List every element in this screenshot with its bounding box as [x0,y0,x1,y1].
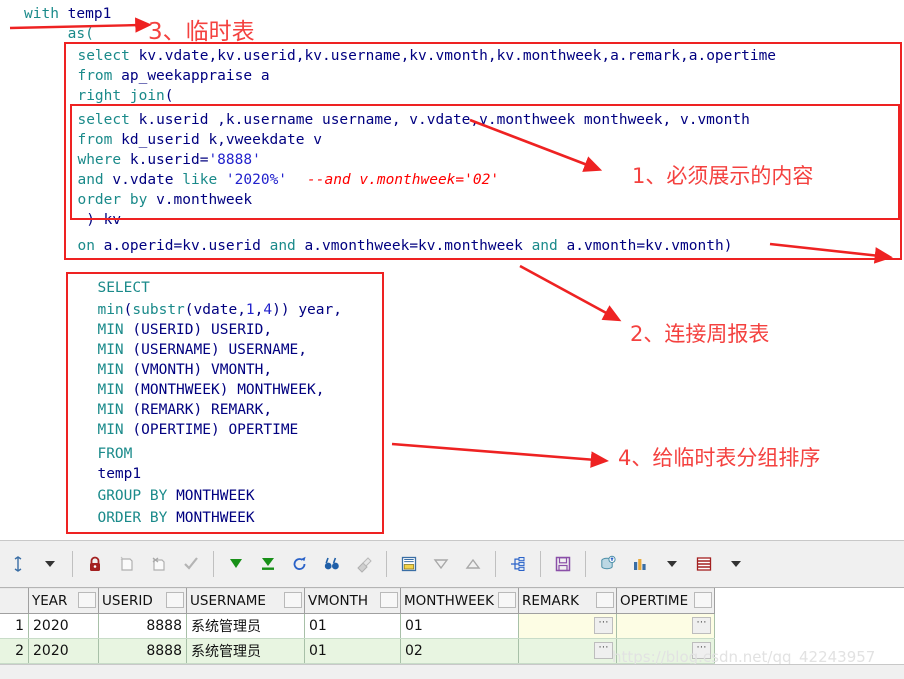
column-resize-grip[interactable] [498,592,516,608]
toolbar-separator-4 [495,551,496,577]
explain-plan-icon[interactable] [503,549,533,579]
grid-corner-cell[interactable] [0,588,29,614]
annotation-label-2: 2、连接周报表 [630,322,770,346]
results-header-row: YEAR USERID USERNAME VMONTH MONTHWEEK RE… [0,588,715,614]
results-toolbar[interactable] [0,540,904,588]
refresh-icon[interactable] [285,549,315,579]
chart-icon[interactable] [625,549,655,579]
screenshot-root: with temp1 as( select kv.vdate,kv.userid… [0,0,904,679]
annotation-label-4: 4、给临时表分组排序 [618,446,821,470]
sql-editor[interactable]: with temp1 as( select kv.vdate,kv.userid… [0,0,904,540]
column-resize-grip[interactable] [284,592,302,608]
column-label-year: YEAR [32,593,68,609]
column-label-username: USERNAME [190,593,266,609]
status-bar [0,664,904,679]
column-resize-grip[interactable] [78,592,96,608]
find-icon[interactable] [317,549,347,579]
cell-opertime[interactable]: ⋯ [616,613,715,639]
post-edit-icon[interactable] [176,549,206,579]
cell-year[interactable]: 2020 [28,638,99,664]
cell-userid[interactable]: 8888 [98,613,187,639]
column-header-username[interactable]: USERNAME [186,588,305,614]
clear-filter-icon[interactable] [349,549,379,579]
cell-remark[interactable]: ⋯ [518,638,617,664]
commit-scope-icon[interactable] [3,549,33,579]
column-label-opertime: OPERTIME [620,593,689,609]
column-label-vmonth: VMONTH [308,593,369,609]
delete-record-icon[interactable] [144,549,174,579]
column-resize-grip[interactable] [166,592,184,608]
cell-userid[interactable]: 8888 [98,638,187,664]
column-label-userid: USERID [102,593,153,609]
sort-desc-icon[interactable] [426,549,456,579]
dropdown-caret-icon[interactable] [35,549,65,579]
column-header-vmonth[interactable]: VMONTH [304,588,401,614]
row-number[interactable]: 1 [0,613,29,639]
toolbar-separator-3 [386,551,387,577]
row-number[interactable]: 2 [0,638,29,664]
new-record-icon[interactable] [112,549,142,579]
lob-editor-button[interactable]: ⋯ [594,617,613,634]
lock-icon[interactable] [80,549,110,579]
cell-username[interactable]: 系统管理员 [186,638,305,664]
toolbar-separator [72,551,73,577]
column-label-remark: REMARK [522,593,580,609]
column-resize-grip[interactable] [694,592,712,608]
export-data-icon[interactable] [593,549,623,579]
column-header-remark[interactable]: REMARK [518,588,617,614]
sort-asc-icon[interactable] [458,549,488,579]
fetch-all-icon[interactable] [253,549,283,579]
cell-year[interactable]: 2020 [28,613,99,639]
table-row[interactable]: 2 2020 8888 系统管理员 01 02 ⋯ ⋯ [0,638,715,664]
cell-vmonth[interactable]: 01 [304,638,401,664]
toolbar-separator-2 [213,551,214,577]
lob-editor-button[interactable]: ⋯ [594,642,613,659]
save-icon[interactable] [548,549,578,579]
table-row[interactable]: 1 2020 8888 系统管理员 01 01 ⋯ ⋯ [0,613,715,639]
cell-monthweek[interactable]: 02 [400,638,519,664]
code-line-with: with temp1 [24,6,112,22]
chart-dropdown-caret-icon[interactable] [657,549,687,579]
grid-dropdown-caret-icon[interactable] [721,549,751,579]
lob-editor-button[interactable]: ⋯ [692,617,711,634]
annotation-label-3: 3、临时表 [148,19,255,45]
toolbar-separator-5 [540,551,541,577]
cell-monthweek[interactable]: 01 [400,613,519,639]
code-line-as: as( [67,26,94,42]
column-resize-grip[interactable] [596,592,614,608]
column-resize-grip[interactable] [380,592,398,608]
column-header-year[interactable]: YEAR [28,588,99,614]
annotation-box-final-select [66,272,384,534]
cell-remark[interactable]: ⋯ [518,613,617,639]
annotation-label-1: 1、必须展示的内容 [632,164,814,188]
column-header-opertime[interactable]: OPERTIME [616,588,715,614]
toolbar-separator-6 [585,551,586,577]
cell-username[interactable]: 系统管理员 [186,613,305,639]
single-record-view-icon[interactable] [394,549,424,579]
fetch-next-icon[interactable] [221,549,251,579]
column-label-monthweek: MONTHWEEK [404,593,495,609]
grid-icon[interactable] [689,549,719,579]
column-header-monthweek[interactable]: MONTHWEEK [400,588,519,614]
column-header-userid[interactable]: USERID [98,588,187,614]
results-table[interactable]: YEAR USERID USERNAME VMONTH MONTHWEEK RE… [0,588,715,664]
cell-vmonth[interactable]: 01 [304,613,401,639]
